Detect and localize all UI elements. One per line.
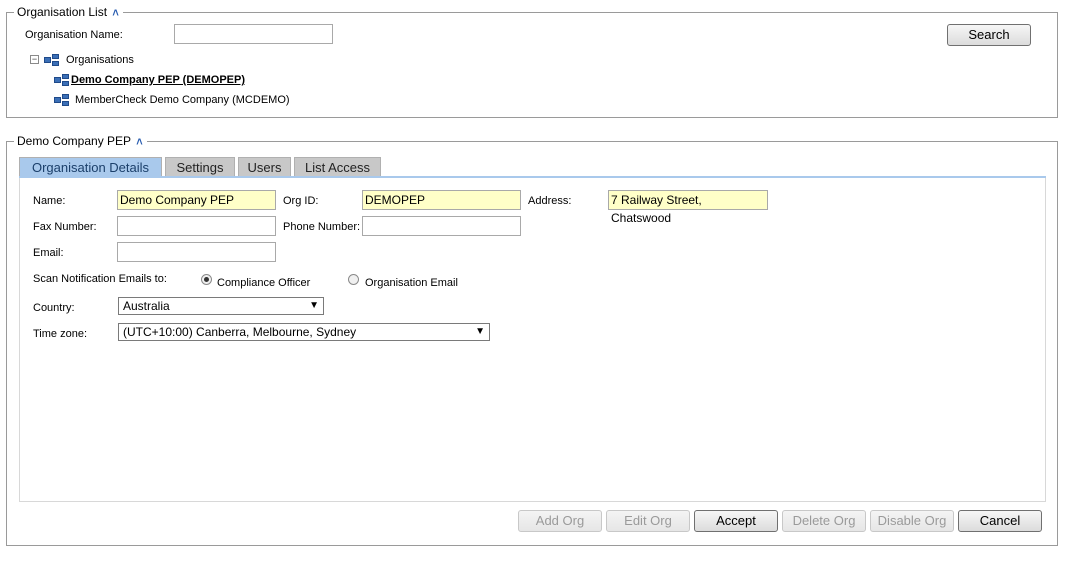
tree-toggle[interactable]: − (30, 55, 39, 64)
radio-compliance-officer[interactable] (201, 274, 212, 285)
tab-strip-underline (19, 176, 1046, 178)
fax-label: Fax Number: (33, 221, 97, 233)
chevron-down-icon: ▼ (309, 300, 319, 311)
scan-notification-label: Scan Notification Emails to: (33, 273, 167, 285)
tab-settings[interactable]: Settings (165, 157, 235, 177)
org-name-label: Organisation Name: (25, 29, 123, 41)
disable-org-button[interactable]: Disable Org (870, 510, 954, 532)
fax-field[interactable] (117, 216, 276, 236)
accept-button[interactable]: Accept (694, 510, 778, 532)
name-field[interactable]: Demo Company PEP (117, 190, 276, 210)
tab-organisation-details[interactable]: Organisation Details (19, 157, 162, 177)
details-legend: Demo Company PEP ˄ (14, 134, 147, 149)
org-list-title: Organisation List (17, 5, 108, 19)
country-select[interactable]: Australia ▼ (118, 297, 324, 315)
timezone-value: (UTC+10:00) Canberra, Melbourne, Sydney (123, 325, 357, 339)
org-id-field[interactable]: DEMOPEP (362, 190, 521, 210)
edit-org-button[interactable]: Edit Org (606, 510, 690, 532)
tab-list-access[interactable]: List Access (294, 157, 381, 177)
org-id-label: Org ID: (283, 195, 319, 207)
organisation-node-icon (54, 94, 70, 106)
chevron-down-icon: ▼ (475, 326, 485, 337)
org-list-legend: Organisation List ˄ (14, 5, 123, 20)
tab-users[interactable]: Users (238, 157, 291, 177)
cancel-button[interactable]: Cancel (958, 510, 1042, 532)
org-name-input[interactable] (174, 24, 333, 44)
collapse-icon[interactable]: ˄ (136, 135, 142, 148)
add-org-button[interactable]: Add Org (518, 510, 602, 532)
radio-organisation-email-label[interactable]: Organisation Email (365, 277, 458, 289)
details-title: Demo Company PEP (17, 134, 131, 148)
tree-item-mcdemo[interactable]: MemberCheck Demo Company (MCDEMO) (75, 94, 290, 106)
phone-label: Phone Number: (283, 221, 361, 233)
collapse-icon[interactable]: ˄ (112, 6, 118, 19)
delete-org-button[interactable]: Delete Org (782, 510, 866, 532)
timezone-label: Time zone: (33, 328, 88, 340)
radio-compliance-officer-label[interactable]: Compliance Officer (217, 277, 310, 289)
email-label: Email: (33, 247, 64, 259)
address-field[interactable]: 7 Railway Street, Chatswood (608, 190, 768, 225)
email-field[interactable] (117, 242, 276, 262)
phone-field[interactable] (362, 216, 521, 236)
country-label: Country: (33, 302, 75, 314)
tree-item-demopep[interactable]: Demo Company PEP (DEMOPEP) (71, 74, 245, 86)
address-label: Address: (528, 195, 572, 207)
timezone-select[interactable]: (UTC+10:00) Canberra, Melbourne, Sydney … (118, 323, 490, 341)
organisation-node-icon (54, 74, 70, 86)
country-value: Australia (123, 299, 170, 313)
minus-icon: − (31, 54, 38, 64)
name-label: Name: (33, 195, 66, 207)
radio-organisation-email[interactable] (348, 274, 359, 285)
tree-root-label[interactable]: Organisations (66, 54, 134, 66)
search-button[interactable]: Search (947, 24, 1031, 46)
organisations-icon (44, 54, 60, 66)
